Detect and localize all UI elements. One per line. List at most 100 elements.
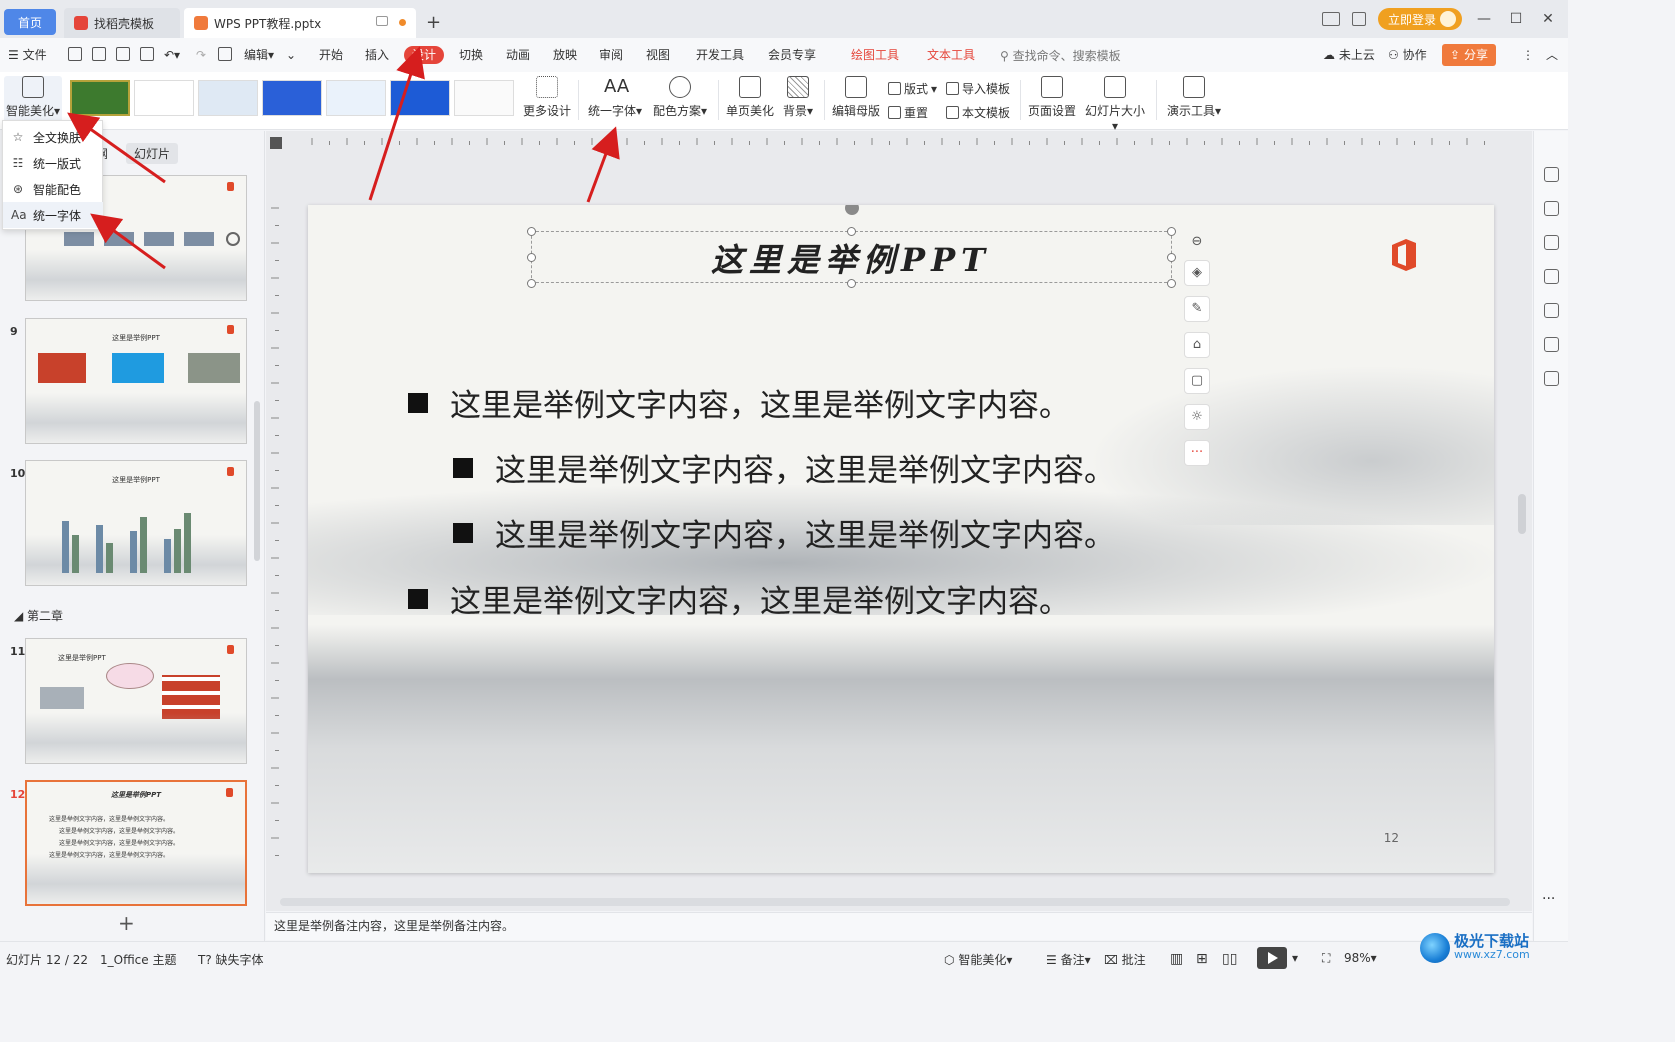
redo-button[interactable]: ↷ [196,46,206,64]
quick-access-more[interactable]: ⌄ [286,46,296,64]
location-icon[interactable] [1544,337,1559,352]
dropdown-item-font[interactable]: Aa 统一字体 [3,202,103,228]
notes-pane[interactable]: 这里是举例备注内容，这里是举例备注内容。 [266,912,1532,940]
bullet-level-1[interactable]: 这里是举例文字内容，这里是举例文字内容。 [408,576,1070,621]
theme-thumb-1[interactable] [70,80,130,116]
star-icon[interactable] [1544,235,1559,250]
background-button[interactable]: 背景▾ [780,76,816,119]
reading-view-icon[interactable]: ▯▯ [1222,951,1237,967]
tab-stop-selector[interactable] [270,137,282,149]
close-button[interactable]: ✕ [1538,11,1558,27]
missing-font-button[interactable]: T? 缺失字体 [198,951,264,968]
dropdown-item-layout[interactable]: ☷ 统一版式 [3,150,103,176]
notes-toggle[interactable]: ☰ 备注▾ [1046,951,1091,968]
new-tab-button[interactable]: + [426,12,441,33]
layout-button[interactable]: 版式 ▾ [888,80,937,97]
monitor-icon[interactable] [376,16,388,26]
zoom-level[interactable]: 98%▾ [1344,951,1377,965]
more-dots-icon[interactable]: ··· [1184,440,1210,466]
theme-thumb-2[interactable] [134,80,194,116]
transition-icon[interactable] [1544,269,1559,284]
tab-home[interactable]: 首页 [4,9,56,35]
more-design-button[interactable]: 更多设计 [522,76,572,119]
menu-review[interactable]: 审阅 [599,46,623,64]
bullet-level-2[interactable]: 这里是举例文字内容，这里是举例文字内容。 [453,510,1115,555]
edit-menu[interactable]: 编辑▾ [244,46,274,64]
slide-canvas[interactable]: 这里是举例PPT 这里是举例文字内容，这里是举例文字内容。 这里是举例文字内容，… [308,205,1494,873]
panel-scrollbar[interactable] [254,401,260,561]
theme-thumb-4[interactable] [262,80,322,116]
tab-slides[interactable]: 幻灯片 [126,143,179,164]
tab-templates[interactable]: 找稻壳模板 [64,8,180,38]
frame-icon[interactable]: ▢ [1184,368,1210,394]
fit-window-icon[interactable]: ⛶ [1322,951,1330,966]
login-button[interactable]: 立即登录 [1377,8,1462,30]
rotate-handle-icon[interactable] [845,205,859,215]
section-chapter-2[interactable]: ◢ 第二章 [14,607,63,624]
save-icon[interactable] [68,47,82,61]
menu-view[interactable]: 视图 [646,46,670,64]
theme-thumb-6[interactable] [390,80,450,116]
print-preview-icon[interactable] [140,47,154,61]
cloud-status[interactable]: ☁ 未上云 [1323,46,1375,64]
slide-thumb-10[interactable]: 这里是举例PPT [25,460,247,586]
smart-beautify-button[interactable]: 智能美化▾ [4,76,62,126]
collaborate-button[interactable]: ⚇ 协作 [1388,46,1427,64]
slide-thumb-11[interactable]: 这里是举例PPT [25,638,247,764]
tab-document[interactable]: WPS PPT教程.pptx [184,8,416,38]
maximize-button[interactable]: ☐ [1506,11,1526,27]
sorter-view-icon[interactable]: ⊞ [1196,951,1208,967]
menu-drawing-tools[interactable]: 绘图工具 [851,46,899,64]
menu-animation[interactable]: 动画 [506,46,530,64]
play-slideshow-button[interactable] [1257,947,1287,969]
slide-title[interactable]: 这里是举例PPT [308,235,1394,281]
menu-design[interactable]: 设计 [404,46,445,64]
menu-insert[interactable]: 插入 [365,46,389,64]
edit-master-button[interactable]: 编辑母版 [830,76,882,119]
rocket-icon[interactable] [1544,167,1559,182]
import-template-button[interactable]: 导入模板 [946,80,1010,97]
unsaved-dot-icon[interactable] [399,19,406,26]
status-smart-beautify[interactable]: ⬡ 智能美化▾ [944,951,1012,968]
theme-thumb-3[interactable] [198,80,258,116]
command-search[interactable]: ⚲ 查找命令、搜索模板 [1000,47,1121,64]
print-icon[interactable] [116,47,130,61]
menu-slideshow[interactable]: 放映 [553,46,577,64]
book-icon[interactable] [1544,371,1559,386]
this-template-button[interactable]: 本文模板 [946,104,1010,121]
reset-button[interactable]: 重置 [888,104,928,121]
format-painter-icon[interactable] [218,47,232,61]
export-pdf-icon[interactable] [92,47,106,61]
lightbulb-icon[interactable]: ☼ [1184,404,1210,430]
collapse-icon[interactable]: ⊖ [1184,230,1210,256]
animation-icon[interactable] [1544,303,1559,318]
color-scheme-button[interactable]: 配色方案▾ [650,76,710,119]
presentation-tools-button[interactable]: 演示工具▾ [1164,76,1224,119]
add-slide-button[interactable]: + [118,911,135,935]
page-setup-button[interactable]: 页面设置 [1026,76,1078,119]
pen-icon[interactable]: ✎ [1184,296,1210,322]
comments-toggle[interactable]: ⌧ 批注 [1104,951,1146,968]
minimize-button[interactable]: — [1474,11,1494,27]
menu-developer[interactable]: 开发工具 [696,46,744,64]
share-button[interactable]: ⇪ 分享 [1442,44,1496,66]
file-menu[interactable]: ☰ 文件 [8,46,47,64]
play-options-icon[interactable]: ▾ [1292,951,1298,965]
theme-thumb-5[interactable] [326,80,386,116]
dropdown-item-color[interactable]: ⊛ 智能配色 [3,176,103,202]
editor-vertical-scrollbar[interactable] [1518,494,1526,534]
menu-transition[interactable]: 切换 [459,46,483,64]
slide-size-button[interactable]: 幻灯片大小▾ [1082,76,1148,133]
menu-text-tools[interactable]: 文本工具 [927,46,975,64]
theme-thumb-7[interactable] [454,80,514,116]
more-icon[interactable]: ⋮ [1522,46,1534,64]
editor-horizontal-scrollbar[interactable] [280,898,1510,906]
grid-apps-icon[interactable] [1351,12,1366,26]
undo-button[interactable]: ↶▾ [164,46,180,64]
dropdown-item-skin[interactable]: ☆ 全文换肤 [3,124,103,150]
menu-start[interactable]: 开始 [319,46,343,64]
layers-icon[interactable]: ◈ [1184,260,1210,286]
window-mode-icon[interactable] [1321,12,1340,26]
bullet-level-1[interactable]: 这里是举例文字内容，这里是举例文字内容。 [408,380,1070,425]
unify-font-button[interactable]: AA 统一字体▾ [586,76,644,119]
